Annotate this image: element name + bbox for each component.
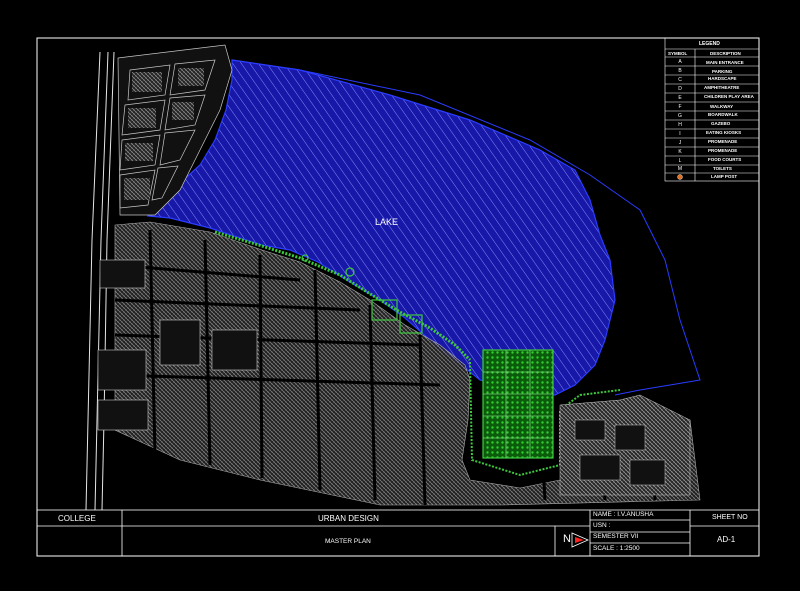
college-label: COLLEGE	[58, 514, 96, 523]
legend-col-symbol: SYMBOL	[668, 51, 688, 56]
legend-symbol: D	[678, 86, 682, 92]
legend-title: LEGEND	[699, 41, 720, 47]
student-name: NAME : I.V.ANUSHA	[593, 511, 654, 518]
sheet-number: AD-1	[717, 535, 736, 544]
legend-symbol: E	[678, 95, 682, 101]
scale-field: SCALE : 1:2500	[593, 545, 640, 552]
legend-description: PARKING	[712, 69, 733, 74]
subject-title: URBAN DESIGN	[318, 514, 379, 523]
legend-symbol: G	[678, 113, 682, 119]
legend-description: TOILETS	[713, 166, 732, 171]
north-arrow-label: N	[563, 533, 571, 545]
legend-symbol: F	[678, 104, 682, 110]
legend-description: PROMENADE	[708, 139, 738, 144]
semester-field: SEMESTER VII	[593, 533, 639, 540]
legend-description: EATING KIOSKS	[706, 130, 742, 135]
lamp-post-symbol-icon	[677, 174, 683, 180]
usn-field: USN :	[593, 522, 611, 529]
legend-description: PROMENADE	[708, 148, 738, 153]
legend-description: LAMP POST	[711, 174, 738, 179]
legend-description: GAZEBO	[711, 121, 731, 126]
legend-symbol: C	[678, 77, 682, 83]
legend-description: FOOD COURTS	[708, 157, 742, 162]
legend-symbol: B	[678, 68, 682, 74]
legend-description: HARDSCAPE	[708, 76, 737, 81]
legend-symbol: A	[678, 59, 682, 65]
legend-description: MAIN ENTRANCE	[706, 60, 744, 65]
legend-symbol: M	[677, 166, 683, 172]
green-park-grid	[482, 349, 554, 459]
legend-symbol: J	[678, 140, 682, 146]
drawing-title: MASTER PLAN	[325, 538, 371, 545]
legend-description: AMPHITHEATRE	[704, 85, 740, 90]
legend-col-description: DESCRIPTION	[710, 51, 741, 56]
sheet-no-label: SHEET NO	[712, 514, 748, 521]
legend-description: BOARDWALK	[708, 112, 738, 117]
north-arrow-icon	[571, 532, 589, 548]
lake-label: LAKE	[375, 217, 399, 227]
legend-symbol: L	[678, 158, 682, 164]
legend-symbol: I	[679, 131, 681, 137]
legend-description: CHILDREN PLAY AREA	[704, 94, 754, 99]
legend-symbol: K	[678, 149, 682, 155]
legend-symbol: H	[678, 122, 682, 128]
legend-description: WALKWAY	[710, 104, 734, 109]
